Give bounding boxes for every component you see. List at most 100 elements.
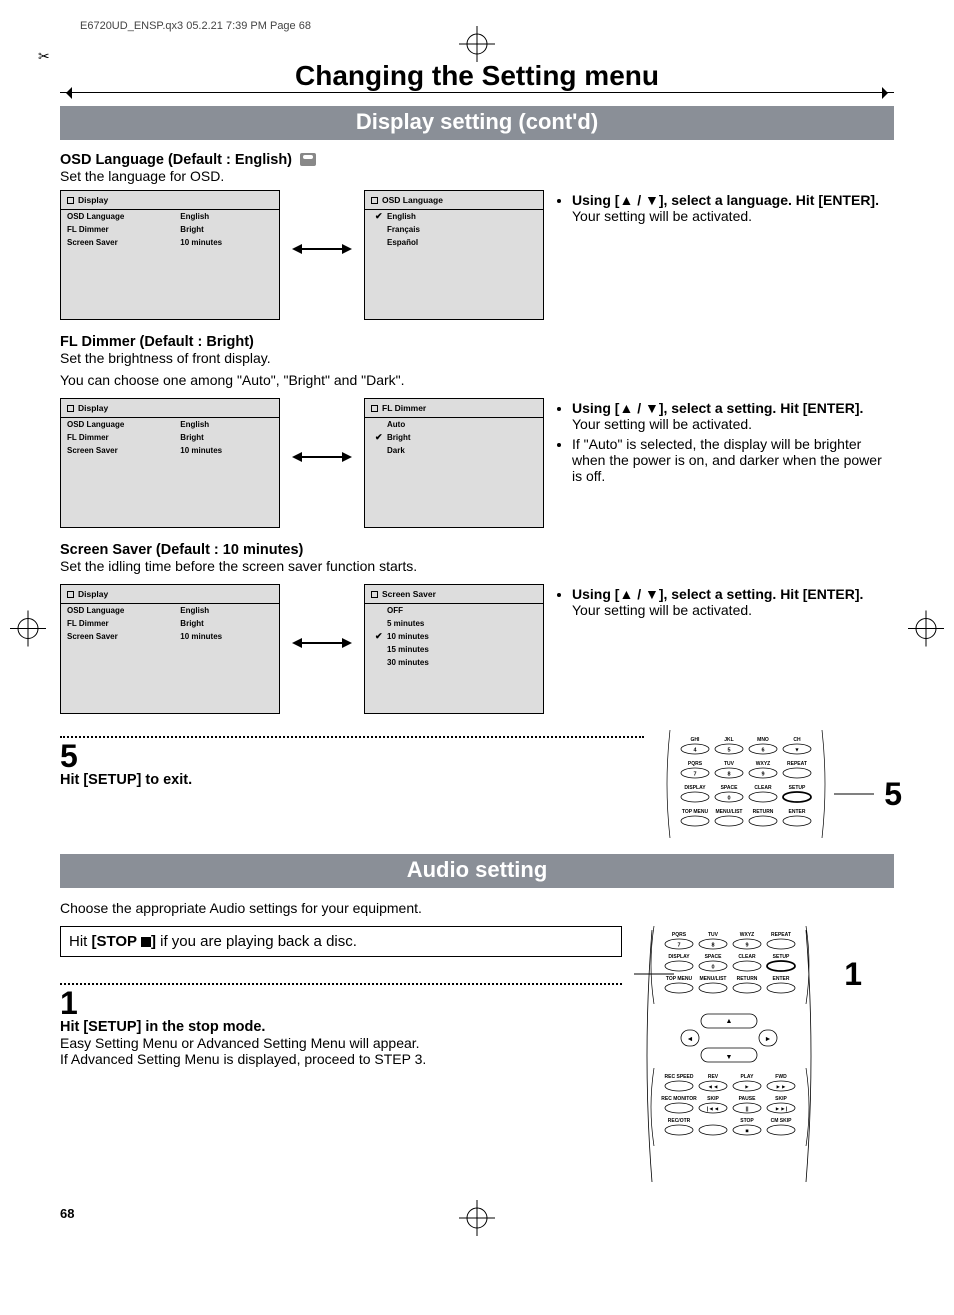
svg-text:9: 9 xyxy=(761,772,764,778)
svg-text:GHI: GHI xyxy=(691,737,701,743)
stop-icon xyxy=(141,937,151,947)
svg-text:JKL: JKL xyxy=(724,737,733,743)
svg-text:▼: ▼ xyxy=(794,748,799,754)
svg-text:8: 8 xyxy=(711,943,714,949)
step-5-number: 5 xyxy=(60,740,644,772)
dotted-rule xyxy=(60,736,644,738)
svg-text:SETUP: SETUP xyxy=(789,785,806,791)
osd-language-sub: Set the language for OSD. xyxy=(60,168,894,184)
option-off: OFF xyxy=(365,604,543,617)
option-bright: Bright xyxy=(365,431,543,444)
svg-text:FWD: FWD xyxy=(775,1074,787,1080)
option-5min: 5 minutes xyxy=(365,617,543,630)
svg-text:SPACE: SPACE xyxy=(721,785,739,791)
svg-text:|◄◄: |◄◄ xyxy=(707,1107,719,1113)
screen-saver-instructions: Using [▲ / ▼], select a setting. Hit [EN… xyxy=(556,584,894,618)
svg-text:CH: CH xyxy=(793,737,801,743)
svg-text:MNO: MNO xyxy=(757,737,769,743)
svg-text:7: 7 xyxy=(677,943,680,949)
step-1-line2: Easy Setting Menu or Advanced Setting Me… xyxy=(60,1035,622,1051)
svg-text:DISPLAY: DISPLAY xyxy=(668,954,690,960)
double-arrow-icon xyxy=(292,240,352,258)
panel-icon xyxy=(371,591,378,598)
svg-text:TUV: TUV xyxy=(724,761,735,767)
svg-text:SPACE: SPACE xyxy=(705,954,723,960)
dotted-rule xyxy=(60,983,622,985)
svg-text:◄◄: ◄◄ xyxy=(708,1085,719,1091)
audio-intro: Choose the appropriate Audio settings fo… xyxy=(60,900,894,916)
fl-dimmer-section: FL Dimmer (Default : Bright) Set the bri… xyxy=(60,334,894,528)
crop-mark-right xyxy=(908,610,944,651)
svg-text:CM SKIP: CM SKIP xyxy=(771,1118,793,1124)
scissor-icon: ✂ xyxy=(38,48,50,65)
osd-language-options-panel: OSD Language English Français Español xyxy=(364,190,544,320)
svg-text:ENTER: ENTER xyxy=(789,809,806,815)
svg-text:6: 6 xyxy=(761,748,764,754)
svg-text:RETURN: RETURN xyxy=(737,976,758,982)
display-menu-panel: Display OSD LanguageEnglish FL DimmerBri… xyxy=(60,584,280,714)
dvd-badge-icon xyxy=(300,153,316,166)
audio-setting-band: Audio setting xyxy=(60,854,894,888)
diamond-left-icon xyxy=(60,87,72,99)
step-1-line1: Hit [SETUP] in the stop mode. xyxy=(60,1019,622,1035)
diamond-right-icon xyxy=(882,87,894,99)
option-francais: Français xyxy=(365,223,543,236)
panel-icon xyxy=(67,197,74,204)
svg-text:PQRS: PQRS xyxy=(688,761,703,767)
osd-language-section: OSD Language (Default : English) Set the… xyxy=(60,152,894,320)
crop-mark-left xyxy=(10,610,46,651)
svg-text:PLAY: PLAY xyxy=(741,1074,755,1080)
svg-text:SETUP: SETUP xyxy=(773,954,790,960)
chapter-title: Changing the Setting menu xyxy=(60,60,894,92)
option-dark: Dark xyxy=(365,444,543,457)
svg-text:◄: ◄ xyxy=(687,1036,694,1043)
svg-text:SKIP: SKIP xyxy=(707,1096,719,1102)
svg-text:▼: ▼ xyxy=(726,1054,733,1061)
svg-text:REC MONITOR: REC MONITOR xyxy=(661,1096,697,1102)
option-10min: 10 minutes xyxy=(365,630,543,643)
panel-icon xyxy=(371,197,378,204)
display-menu-panel: Display OSD LanguageEnglish FL DimmerBri… xyxy=(60,190,280,320)
svg-text:9: 9 xyxy=(745,943,748,949)
osd-language-instructions: Using [▲ / ▼], select a language. Hit [E… xyxy=(556,190,894,224)
svg-text:▲: ▲ xyxy=(726,1018,733,1025)
osd-language-heading: OSD Language (Default : English) xyxy=(60,152,894,168)
step-5-text: Hit [SETUP] to exit. xyxy=(60,772,644,788)
svg-text:CLEAR: CLEAR xyxy=(754,785,772,791)
panel-icon xyxy=(371,405,378,412)
double-arrow-icon xyxy=(292,448,352,466)
svg-text:►: ► xyxy=(744,1085,749,1091)
svg-text:RETURN: RETURN xyxy=(753,809,774,815)
svg-text:REC SPEED: REC SPEED xyxy=(665,1074,694,1080)
remote-diagram-step5: GHI4JKL5MNO6CH▼PQRS7TUV8WXYZ9REPEATDISPL… xyxy=(664,728,854,838)
option-30min: 30 minutes xyxy=(365,656,543,669)
double-arrow-icon xyxy=(292,634,352,652)
screen-saver-heading: Screen Saver (Default : 10 minutes) xyxy=(60,542,894,558)
svg-text:0: 0 xyxy=(711,965,714,971)
step-5-callout: 5 xyxy=(884,776,902,813)
step-1-number: 1 xyxy=(60,987,622,1019)
fl-dimmer-heading: FL Dimmer (Default : Bright) xyxy=(60,334,894,350)
svg-text:4: 4 xyxy=(693,748,697,754)
display-setting-band: Display setting (cont'd) xyxy=(60,106,894,140)
crop-mark-bottom xyxy=(459,1200,495,1241)
panel-icon xyxy=(67,591,74,598)
svg-text:►►|: ►►| xyxy=(775,1107,788,1113)
stop-note: Hit [STOP ] if you are playing back a di… xyxy=(60,926,622,957)
screen-saver-section: Screen Saver (Default : 10 minutes) Set … xyxy=(60,542,894,714)
option-espanol: Español xyxy=(365,236,543,249)
option-auto: Auto xyxy=(365,418,543,431)
svg-text:7: 7 xyxy=(693,772,696,778)
svg-text:8: 8 xyxy=(727,772,730,778)
svg-text:PAUSE: PAUSE xyxy=(739,1096,757,1102)
svg-text:►: ► xyxy=(765,1036,772,1043)
svg-text:TOP MENU: TOP MENU xyxy=(682,809,709,815)
option-15min: 15 minutes xyxy=(365,643,543,656)
display-menu-panel: Display OSD LanguageEnglish FL DimmerBri… xyxy=(60,398,280,528)
svg-text:WXYZ: WXYZ xyxy=(740,932,754,938)
svg-text:SKIP: SKIP xyxy=(775,1096,787,1102)
screen-saver-options-panel: Screen Saver OFF 5 minutes 10 minutes 15… xyxy=(364,584,544,714)
svg-text:REPEAT: REPEAT xyxy=(787,761,807,767)
fl-dimmer-options-panel: FL Dimmer Auto Bright Dark xyxy=(364,398,544,528)
svg-text:REV: REV xyxy=(708,1074,719,1080)
